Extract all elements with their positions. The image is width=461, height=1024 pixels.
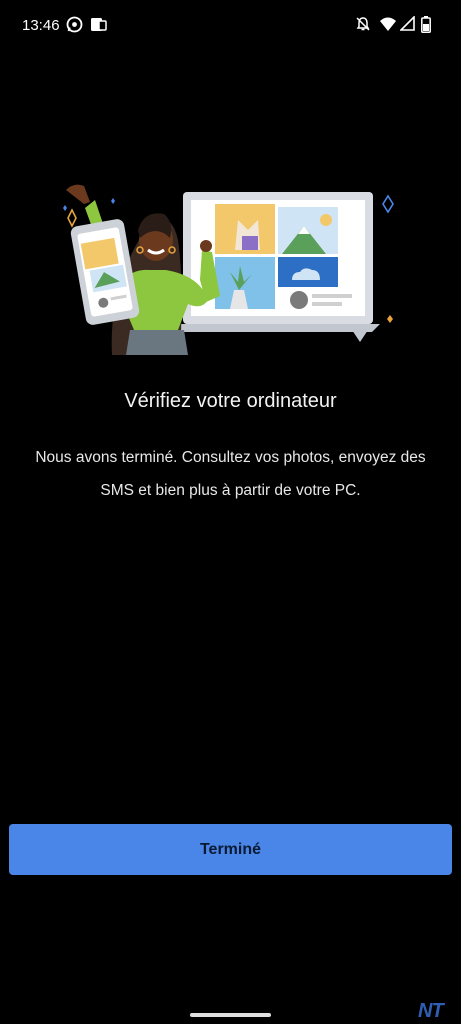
sparkle-icon [387, 315, 393, 323]
sparkle-icon [63, 205, 67, 211]
signal-icon [400, 16, 415, 31]
done-button[interactable]: Terminé [9, 824, 452, 875]
hero-illustration [60, 180, 405, 355]
whatsapp-icon [66, 16, 83, 33]
sparkle-icon [382, 194, 394, 214]
battery-icon [421, 16, 431, 33]
page-title: Vérifiez votre ordinateur [124, 390, 337, 412]
gesture-nav-handle[interactable] [190, 1013, 271, 1017]
watermark-logo: NT [418, 1000, 444, 1022]
status-bar: 13:46 [0, 0, 461, 50]
wifi-icon [379, 16, 397, 32]
notifications-off-icon [355, 16, 371, 32]
sparkle-icon [67, 208, 77, 228]
phone-illustration [70, 219, 140, 325]
woman-phone-laptop-illustration [63, 184, 394, 355]
sparkle-icon [111, 198, 115, 204]
description-text: Nous avons terminé. Consultez vos photos… [35, 449, 426, 499]
status-time: 13:46 [22, 17, 60, 34]
screen-cast-icon [90, 16, 107, 33]
